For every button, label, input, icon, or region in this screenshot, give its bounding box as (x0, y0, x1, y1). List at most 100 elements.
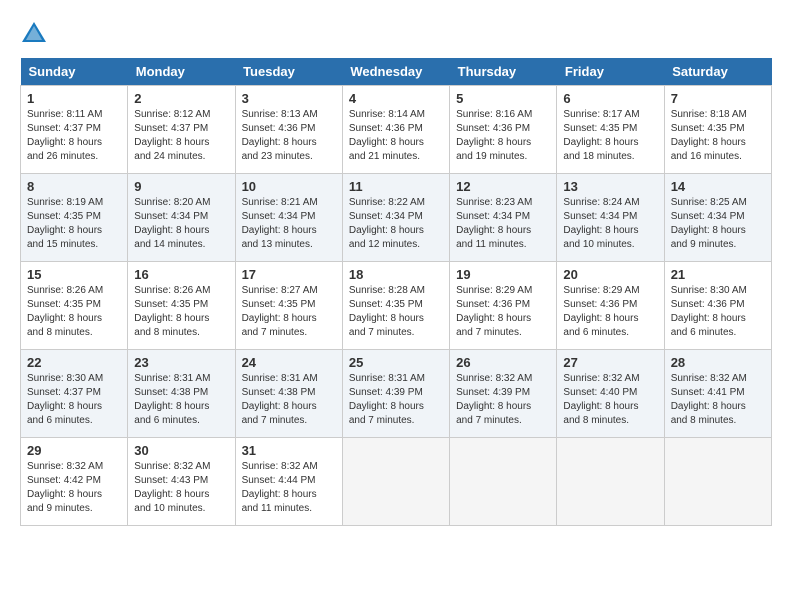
calendar-cell: 25 Sunrise: 8:31 AMSunset: 4:39 PMDayligh… (342, 350, 449, 438)
calendar-cell (557, 438, 664, 526)
calendar-cell: 4Sunrise: 8:14 AMSunset: 4:36 PMDaylight… (342, 86, 449, 174)
calendar-cell: 27Sunrise: 8:32 AMSunset: 4:40 PMDayligh… (557, 350, 664, 438)
day-number: 2 (134, 91, 228, 106)
day-info: Sunrise: 8:32 AMSunset: 4:41 PMDaylight:… (671, 372, 765, 428)
week-row-1: 1 Sunrise: 8:11 AMSunset: 4:37 PMDaylight… (21, 86, 772, 174)
day-info: Sunrise: 8:30 AMSunset: 4:37 PMDaylight:… (27, 372, 121, 428)
calendar-cell: 17 Sunrise: 8:27 AMSunset: 4:35 PMDayligh… (235, 262, 342, 350)
col-header-thursday: Thursday (450, 58, 557, 86)
day-number: 3 (242, 91, 336, 106)
calendar-cell: 26 Sunrise: 8:32 AMSunset: 4:39 PMDayligh… (450, 350, 557, 438)
day-info: Sunrise: 8:32 AMSunset: 4:42 PMDaylight:… (27, 460, 121, 516)
day-number: 17 (242, 267, 336, 282)
calendar-cell: 8Sunrise: 8:19 AMSunset: 4:35 PMDaylight… (21, 174, 128, 262)
day-number: 28 (671, 355, 765, 370)
calendar-cell: 2Sunrise: 8:12 AMSunset: 4:37 PMDaylight… (128, 86, 235, 174)
week-row-2: 8Sunrise: 8:19 AMSunset: 4:35 PMDaylight… (21, 174, 772, 262)
calendar-cell: 24 Sunrise: 8:31 AMSunset: 4:38 PMDayligh… (235, 350, 342, 438)
day-info: Sunrise: 8:31 AMSunset: 4:38 PMDaylight:… (134, 372, 228, 428)
day-info: Sunrise: 8:28 AMSunset: 4:35 PMDaylight:… (349, 284, 443, 340)
day-info: Sunrise: 8:19 AMSunset: 4:35 PMDaylight:… (27, 196, 121, 252)
calendar-cell: 6 Sunrise: 8:17 AMSunset: 4:35 PMDaylight… (557, 86, 664, 174)
col-header-saturday: Saturday (664, 58, 771, 86)
calendar-cell: 14 Sunrise: 8:25 AMSunset: 4:34 PMDayligh… (664, 174, 771, 262)
calendar-cell: 31Sunrise: 8:32 AMSunset: 4:44 PMDayligh… (235, 438, 342, 526)
day-number: 13 (563, 179, 657, 194)
day-number: 30 (134, 443, 228, 458)
day-info: Sunrise: 8:32 AMSunset: 4:39 PMDaylight:… (456, 372, 550, 428)
day-number: 19 (456, 267, 550, 282)
calendar-cell (342, 438, 449, 526)
calendar-cell (664, 438, 771, 526)
day-info: Sunrise: 8:32 AMSunset: 4:43 PMDaylight:… (134, 460, 228, 516)
calendar-cell: 20 Sunrise: 8:29 AMSunset: 4:36 PMDayligh… (557, 262, 664, 350)
calendar-cell: 21 Sunrise: 8:30 AMSunset: 4:36 PMDayligh… (664, 262, 771, 350)
calendar-cell: 11 Sunrise: 8:22 AMSunset: 4:34 PMDayligh… (342, 174, 449, 262)
day-number: 24 (242, 355, 336, 370)
day-info: Sunrise: 8:24 AMSunset: 4:34 PMDaylight:… (563, 196, 657, 252)
day-info: Sunrise: 8:32 AMSunset: 4:40 PMDaylight:… (563, 372, 657, 428)
day-number: 11 (349, 179, 443, 194)
day-number: 31 (242, 443, 336, 458)
calendar-cell: 18 Sunrise: 8:28 AMSunset: 4:35 PMDayligh… (342, 262, 449, 350)
header-row: SundayMondayTuesdayWednesdayThursdayFrid… (21, 58, 772, 86)
day-info: Sunrise: 8:14 AMSunset: 4:36 PMDaylight:… (349, 108, 443, 164)
day-info: Sunrise: 8:26 AMSunset: 4:35 PMDaylight:… (134, 284, 228, 340)
col-header-sunday: Sunday (21, 58, 128, 86)
week-row-5: 29 Sunrise: 8:32 AMSunset: 4:42 PMDayligh… (21, 438, 772, 526)
day-number: 14 (671, 179, 765, 194)
day-info: Sunrise: 8:31 AMSunset: 4:39 PMDaylight:… (349, 372, 443, 428)
day-number: 23 (134, 355, 228, 370)
day-number: 20 (563, 267, 657, 282)
calendar-cell: 13 Sunrise: 8:24 AMSunset: 4:34 PMDayligh… (557, 174, 664, 262)
calendar-cell: 1 Sunrise: 8:11 AMSunset: 4:37 PMDaylight… (21, 86, 128, 174)
logo (20, 20, 52, 48)
calendar-cell (450, 438, 557, 526)
day-number: 7 (671, 91, 765, 106)
calendar-cell: 23 Sunrise: 8:31 AMSunset: 4:38 PMDayligh… (128, 350, 235, 438)
day-info: Sunrise: 8:26 AMSunset: 4:35 PMDaylight:… (27, 284, 121, 340)
page-header (20, 20, 772, 48)
calendar-cell: 16 Sunrise: 8:26 AMSunset: 4:35 PMDayligh… (128, 262, 235, 350)
day-info: Sunrise: 8:17 AMSunset: 4:35 PMDaylight:… (563, 108, 657, 164)
day-number: 12 (456, 179, 550, 194)
calendar-cell: 7Sunrise: 8:18 AMSunset: 4:35 PMDaylight… (664, 86, 771, 174)
day-number: 21 (671, 267, 765, 282)
day-info: Sunrise: 8:16 AMSunset: 4:36 PMDaylight:… (456, 108, 550, 164)
col-header-tuesday: Tuesday (235, 58, 342, 86)
day-info: Sunrise: 8:27 AMSunset: 4:35 PMDaylight:… (242, 284, 336, 340)
day-number: 1 (27, 91, 121, 106)
day-number: 15 (27, 267, 121, 282)
day-number: 16 (134, 267, 228, 282)
calendar-cell: 30 Sunrise: 8:32 AMSunset: 4:43 PMDayligh… (128, 438, 235, 526)
day-number: 18 (349, 267, 443, 282)
day-number: 25 (349, 355, 443, 370)
day-number: 29 (27, 443, 121, 458)
day-number: 9 (134, 179, 228, 194)
day-number: 10 (242, 179, 336, 194)
calendar-cell: 15 Sunrise: 8:26 AMSunset: 4:35 PMDayligh… (21, 262, 128, 350)
col-header-wednesday: Wednesday (342, 58, 449, 86)
week-row-3: 15 Sunrise: 8:26 AMSunset: 4:35 PMDayligh… (21, 262, 772, 350)
calendar-cell: 5Sunrise: 8:16 AMSunset: 4:36 PMDaylight… (450, 86, 557, 174)
calendar-cell: 12Sunrise: 8:23 AMSunset: 4:34 PMDayligh… (450, 174, 557, 262)
calendar-cell: 28 Sunrise: 8:32 AMSunset: 4:41 PMDayligh… (664, 350, 771, 438)
day-info: Sunrise: 8:21 AMSunset: 4:34 PMDaylight:… (242, 196, 336, 252)
calendar-cell: 29 Sunrise: 8:32 AMSunset: 4:42 PMDayligh… (21, 438, 128, 526)
day-number: 26 (456, 355, 550, 370)
calendar-cell: 22 Sunrise: 8:30 AMSunset: 4:37 PMDayligh… (21, 350, 128, 438)
calendar-cell: 9Sunrise: 8:20 AMSunset: 4:34 PMDaylight… (128, 174, 235, 262)
day-info: Sunrise: 8:25 AMSunset: 4:34 PMDaylight:… (671, 196, 765, 252)
logo-icon (20, 20, 48, 48)
day-info: Sunrise: 8:22 AMSunset: 4:34 PMDaylight:… (349, 196, 443, 252)
calendar-table: SundayMondayTuesdayWednesdayThursdayFrid… (20, 58, 772, 526)
day-info: Sunrise: 8:11 AMSunset: 4:37 PMDaylight:… (27, 108, 121, 164)
day-info: Sunrise: 8:29 AMSunset: 4:36 PMDaylight:… (563, 284, 657, 340)
calendar-cell: 19Sunrise: 8:29 AMSunset: 4:36 PMDayligh… (450, 262, 557, 350)
day-info: Sunrise: 8:30 AMSunset: 4:36 PMDaylight:… (671, 284, 765, 340)
calendar-cell: 10 Sunrise: 8:21 AMSunset: 4:34 PMDayligh… (235, 174, 342, 262)
day-number: 22 (27, 355, 121, 370)
calendar-cell: 3Sunrise: 8:13 AMSunset: 4:36 PMDaylight… (235, 86, 342, 174)
day-info: Sunrise: 8:31 AMSunset: 4:38 PMDaylight:… (242, 372, 336, 428)
day-number: 6 (563, 91, 657, 106)
